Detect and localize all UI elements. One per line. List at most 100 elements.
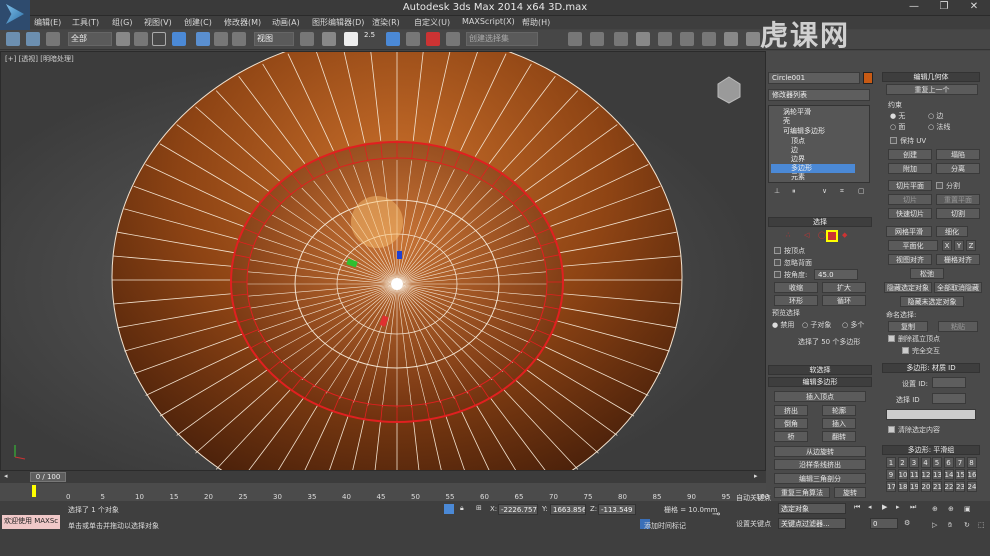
collapse-button[interactable]: 塌陷 [936, 149, 980, 160]
turn-button[interactable]: 旋转 [834, 487, 866, 498]
extrude-button[interactable]: 挤出 [774, 405, 808, 416]
meshsmooth-button[interactable]: 网格平滑 [886, 226, 932, 237]
create-button[interactable]: 创建 [888, 149, 932, 160]
paste-button[interactable]: 粘贴 [938, 321, 978, 332]
clear-selection-checkbox[interactable] [888, 426, 895, 433]
stack-item-vertex[interactable]: 顶点 [773, 137, 805, 146]
ring-button[interactable]: 环形 [774, 295, 818, 306]
window-crossing-icon[interactable] [172, 32, 186, 46]
outline-button[interactable]: 轮廓 [822, 405, 856, 416]
copy-button[interactable]: 复制 [888, 321, 928, 332]
auto-key-button[interactable]: 自动关键点 [736, 493, 771, 503]
material-editor-icon[interactable] [702, 32, 716, 46]
lock-selection-icon[interactable]: 🔒︎ [460, 504, 464, 513]
menu-maxscript[interactable]: MAXScript(X) [462, 17, 515, 26]
pan-icon[interactable]: ✋︎ [948, 521, 952, 530]
select-link-icon[interactable] [46, 32, 60, 46]
perspective-viewport[interactable]: [+] [透视] [明暗处理] [0, 51, 766, 471]
object-color-swatch[interactable] [863, 72, 873, 84]
border-mode-icon[interactable]: ◯ [818, 231, 826, 239]
menu-edit[interactable]: 编辑(E) [34, 17, 61, 28]
set-key-button[interactable]: 设置关键点 [736, 519, 771, 529]
stack-item-element[interactable]: 元素 [773, 173, 805, 182]
graphite-ribbon-icon[interactable] [636, 32, 650, 46]
isolate-selection-icon[interactable] [444, 504, 454, 514]
pin-stack-icon[interactable]: ⊥ [774, 187, 780, 195]
planar-y-button[interactable]: Y [954, 240, 964, 251]
time-slider-thumb[interactable]: 0 / 100 [30, 472, 66, 482]
material-ids-rollout-header[interactable]: 多边形: 材质 ID [882, 363, 980, 373]
close-button[interactable]: ✕ [964, 1, 984, 15]
menu-modifiers[interactable]: 修改器(M) [224, 17, 261, 28]
select-object-icon[interactable] [116, 32, 130, 46]
planar-x-button[interactable]: X [942, 240, 952, 251]
constraint-edge-radio[interactable]: ○ 边 [928, 111, 943, 121]
key-filters-button[interactable]: 关键点过滤器... [778, 518, 846, 529]
time-prev-icon[interactable]: ◂ [4, 472, 8, 480]
vertex-mode-icon[interactable]: ∴ [786, 231, 790, 239]
retriangulate-button[interactable]: 重复三角算法 [774, 487, 830, 498]
gizmo-x-axis-icon[interactable] [397, 251, 402, 259]
remove-modifier-icon[interactable]: ⌗ [840, 187, 844, 196]
add-time-tag-text[interactable]: 添加时间标记 [644, 521, 686, 531]
time-next-icon[interactable]: ▸ [754, 472, 758, 480]
loop-button[interactable]: 循环 [822, 295, 866, 306]
stack-item-editable-poly[interactable]: 可编辑多边形 [773, 127, 825, 136]
bridge-button[interactable]: 桥 [774, 431, 808, 442]
selection-set-dropdown[interactable]: 选定对象 [778, 503, 846, 514]
mirror-icon[interactable] [568, 32, 582, 46]
curve-editor-icon[interactable] [658, 32, 672, 46]
hinge-button[interactable]: 从边旋转 [774, 446, 866, 457]
smoothing-group-24-button[interactable]: 24 [966, 481, 977, 492]
goto-start-icon[interactable]: ⏮ [854, 503, 860, 512]
delete-isolated-checkbox[interactable] [888, 335, 895, 342]
object-name-field[interactable]: Circle001 [768, 72, 860, 84]
smoothing-group-3-button[interactable]: 3 [909, 457, 919, 468]
reset-plane-button[interactable]: 重置平面 [936, 194, 980, 205]
time-config-icon[interactable]: ⚙ [904, 519, 910, 527]
smoothing-group-11-button[interactable]: 11 [909, 469, 919, 480]
insert-vertex-button[interactable]: 插入顶点 [774, 391, 866, 402]
bevel-button[interactable]: 倒角 [774, 418, 808, 429]
grow-button[interactable]: 扩大 [822, 282, 866, 293]
pivot-center-icon[interactable] [300, 32, 314, 46]
hide-selected-button[interactable]: 隐藏选定对象 [884, 282, 932, 293]
field-of-view-icon[interactable]: ▷ [932, 521, 937, 529]
current-frame-field[interactable]: 0 [870, 518, 898, 529]
smoothing-group-5-button[interactable]: 5 [932, 457, 942, 468]
preview-subobject-radio[interactable]: ○ 子对象 [802, 320, 831, 330]
absolute-mode-icon[interactable]: ⊞ [476, 504, 482, 512]
zoom-icon[interactable]: ⊕ [932, 505, 938, 513]
smoothing-group-22-button[interactable]: 22 [943, 481, 954, 492]
show-end-result-icon[interactable]: ⏸ [792, 187, 796, 196]
edit-named-selections-icon[interactable] [446, 32, 460, 46]
stack-item-turbosmooth[interactable]: 涡轮平滑 [773, 108, 811, 117]
grid-align-button[interactable]: 栅格对齐 [936, 254, 980, 265]
extrude-spline-button[interactable]: 沿样条线挤出 [774, 459, 866, 470]
set-id-spinner[interactable] [932, 377, 966, 388]
relax-button[interactable]: 松弛 [910, 268, 944, 279]
make-planar-button[interactable]: 平面化 [888, 240, 938, 251]
inset-button[interactable]: 插入 [822, 418, 856, 429]
constraint-none-radio[interactable]: ● 无 [890, 111, 905, 121]
select-id-button[interactable]: 选择 ID [896, 395, 920, 405]
smoothing-group-2-button[interactable]: 2 [897, 457, 908, 468]
smoothing-group-16-button[interactable]: 16 [966, 469, 977, 480]
smoothing-group-13-button[interactable]: 13 [932, 469, 942, 480]
z-coordinate-field[interactable]: -113.549 [598, 504, 636, 515]
align-icon[interactable] [590, 32, 604, 46]
maximize-viewport-icon[interactable]: ⬚ [978, 521, 985, 529]
angle-snap-icon[interactable] [386, 32, 400, 46]
stack-item-edge[interactable]: 边 [773, 146, 798, 155]
smoothing-group-1-button[interactable]: 1 [886, 457, 896, 468]
selection-filter-dropdown[interactable]: 全部 [68, 32, 112, 46]
minimize-button[interactable]: — [904, 1, 924, 15]
smoothing-group-23-button[interactable]: 23 [955, 481, 965, 492]
smoothing-group-15-button[interactable]: 15 [955, 469, 965, 480]
preserve-uvs-checkbox[interactable] [890, 137, 897, 144]
planar-z-button[interactable]: Z [966, 240, 976, 251]
schematic-view-icon[interactable] [680, 32, 694, 46]
redo-icon[interactable] [26, 32, 40, 46]
next-frame-icon[interactable]: ▸ [896, 503, 900, 511]
edit-geometry-rollout-header[interactable]: 编辑几何体 [882, 72, 980, 82]
